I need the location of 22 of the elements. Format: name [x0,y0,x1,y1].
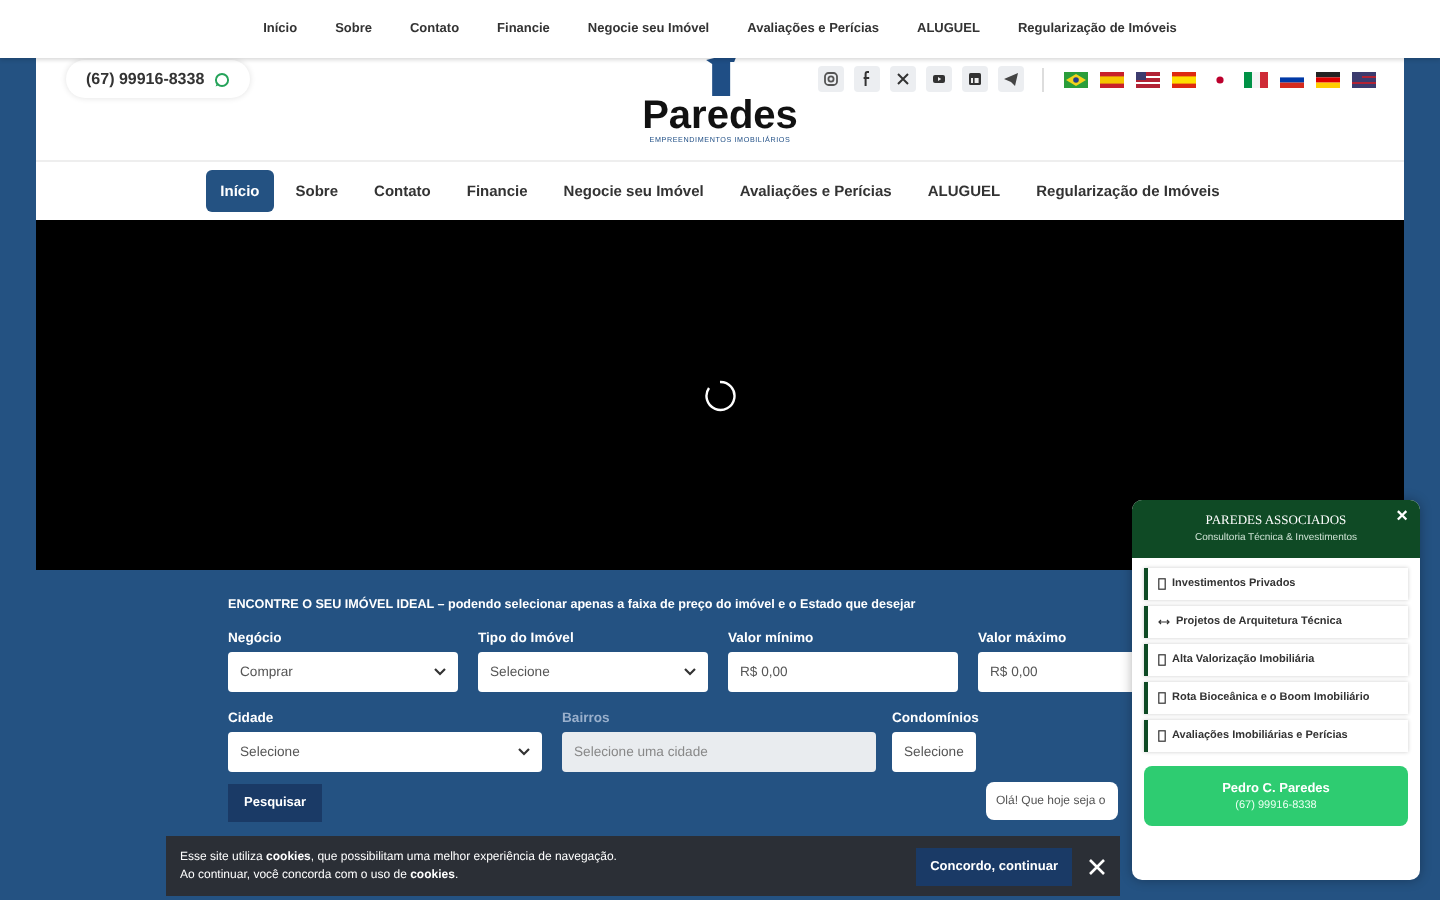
x-icon[interactable] [890,66,916,92]
close-icon[interactable] [1088,857,1106,875]
close-button[interactable]: × [1392,508,1412,528]
missing-glyph-icon [1158,654,1166,666]
missing-glyph-icon [1158,692,1166,704]
loading-spinner-icon [704,379,736,411]
flag-icon[interactable] [1316,71,1340,87]
flag-icon[interactable] [1136,71,1160,87]
youtube-icon[interactable] [926,66,952,92]
instagram-icon[interactable] [818,66,844,92]
arrows-icon [1158,618,1170,626]
missing-glyph-icon [1158,578,1166,590]
whatsapp-icon [214,71,231,87]
logo-name: Paredes [642,96,798,136]
phone-pill[interactable]: (67) 99916-8338 [66,60,251,98]
flag-icon[interactable] [1352,71,1376,87]
telegram-icon[interactable] [998,66,1024,92]
linkedin-icon[interactable] [962,66,988,92]
flag-icon[interactable] [1064,71,1088,87]
missing-glyph-icon [1158,730,1166,742]
facebook-icon[interactable] [854,66,880,92]
flag-icon[interactable] [1280,71,1304,87]
